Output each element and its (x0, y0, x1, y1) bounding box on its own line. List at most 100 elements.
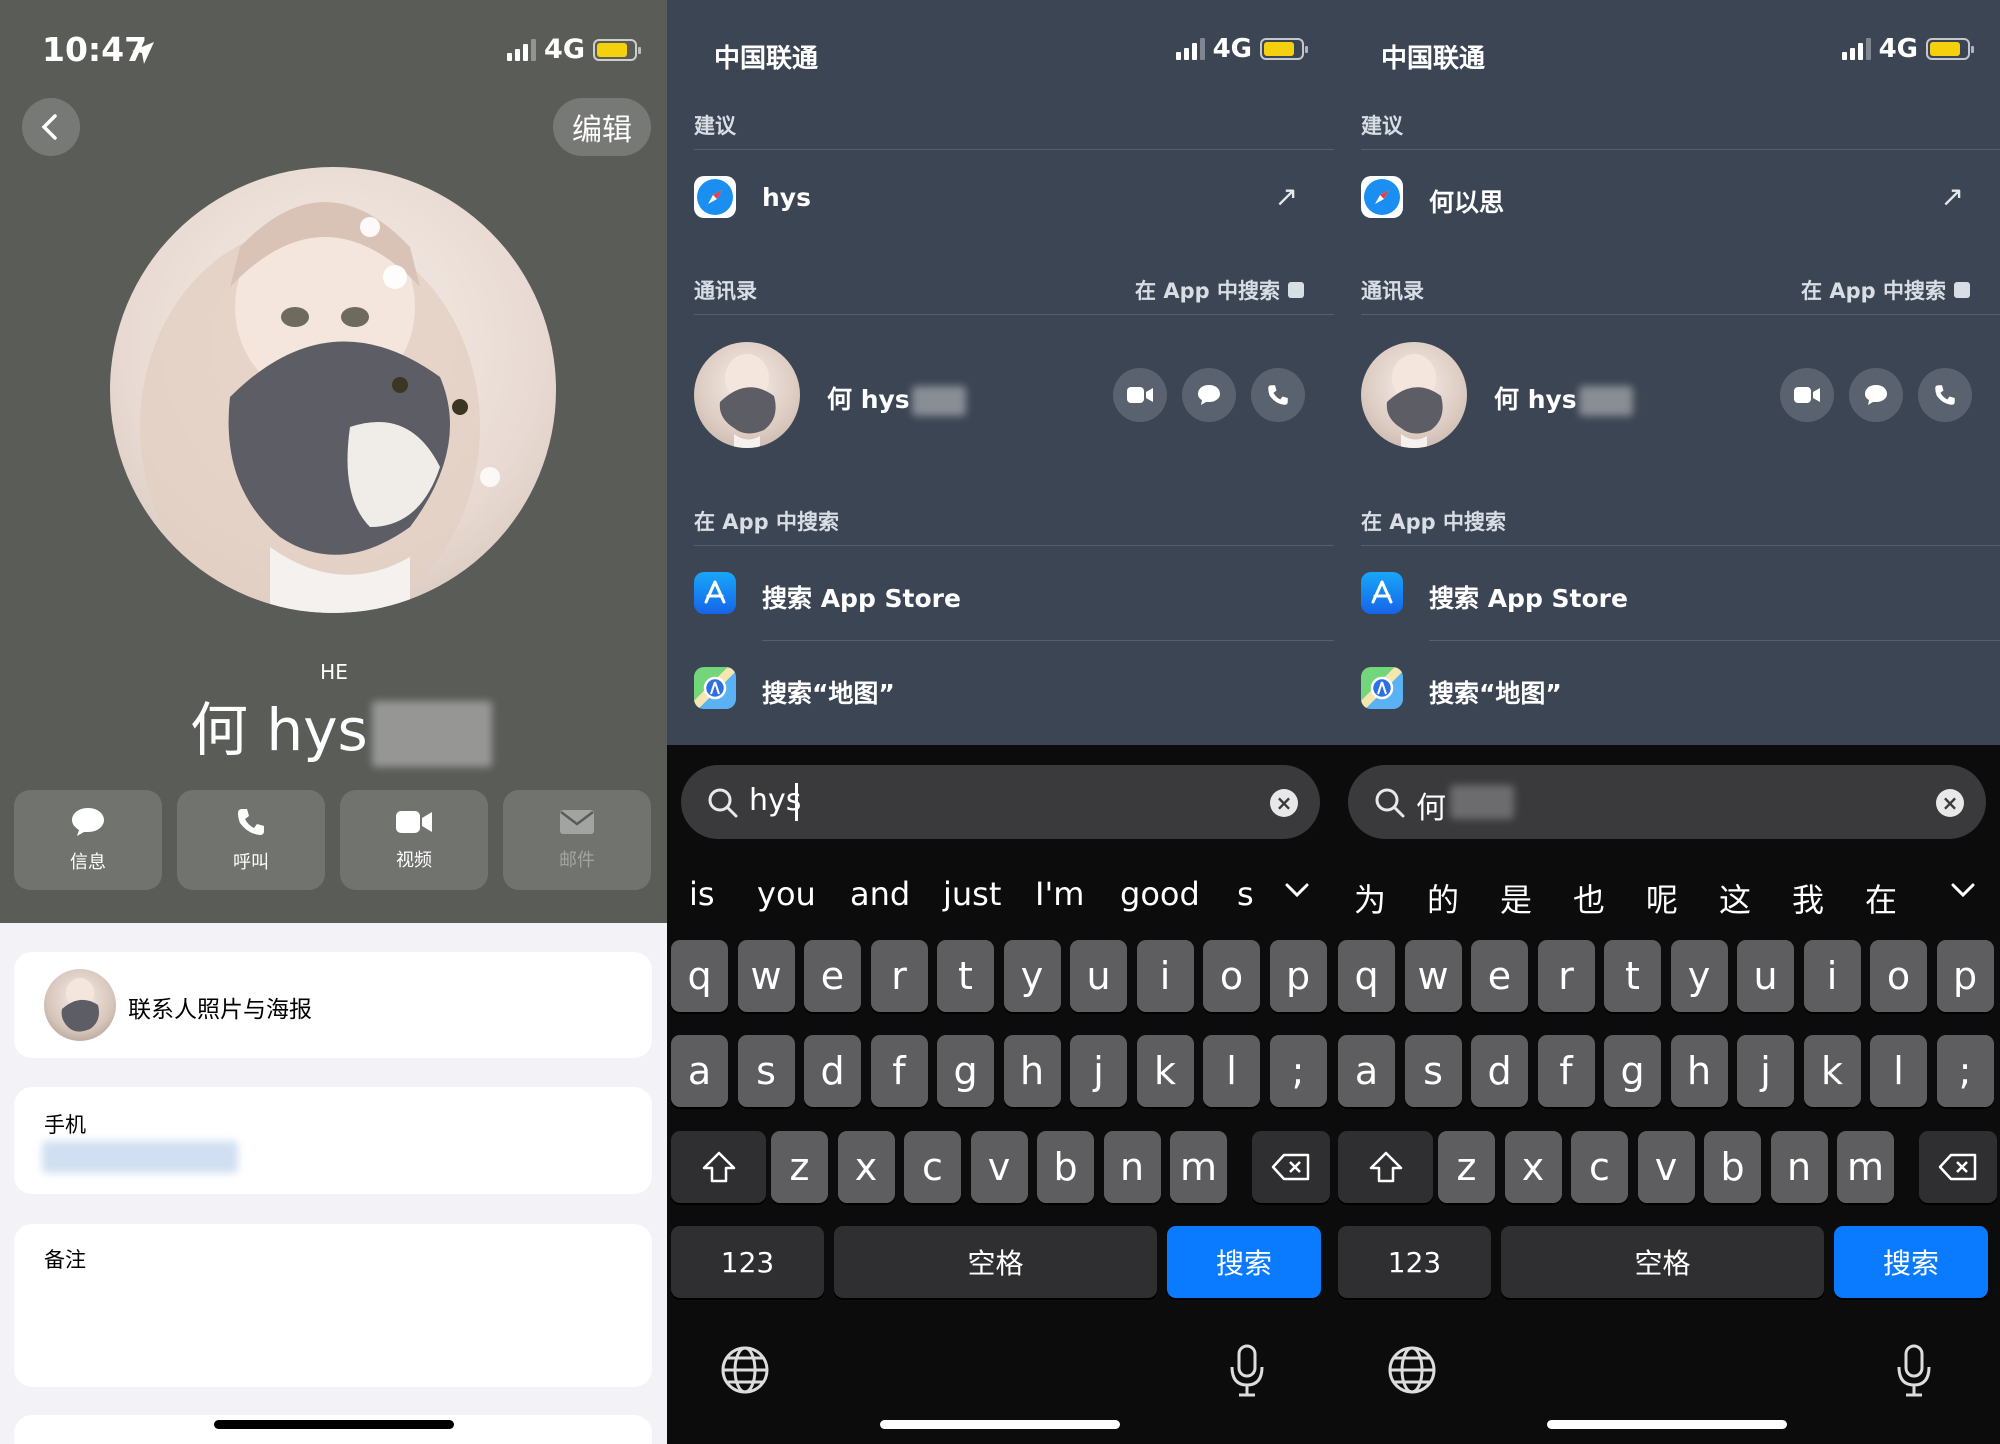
chevron-down-icon[interactable] (1948, 875, 1978, 905)
key-z[interactable]: z (771, 1131, 828, 1203)
key-e[interactable]: e (1471, 940, 1528, 1012)
edit-button[interactable]: 编辑 (553, 98, 651, 156)
suggestion-text[interactable]: hys (762, 183, 811, 212)
search-in-app-link[interactable]: 在 App 中搜索 (1135, 275, 1304, 305)
shift-key[interactable] (1338, 1131, 1433, 1203)
key-u[interactable]: u (1070, 940, 1127, 1012)
key-m[interactable]: m (1170, 1131, 1227, 1203)
call-button[interactable]: 呼叫 (177, 790, 325, 890)
contact-avatar[interactable] (1361, 342, 1467, 448)
candidate-word[interactable]: s (1237, 875, 1254, 913)
key-q[interactable]: q (1338, 940, 1395, 1012)
clear-search-button[interactable]: × (1936, 789, 1964, 817)
candidate-word[interactable]: good (1120, 875, 1200, 913)
key-l[interactable]: l (1203, 1035, 1260, 1107)
clear-search-button[interactable]: × (1270, 789, 1298, 817)
key-q[interactable]: q (671, 940, 728, 1012)
key-r[interactable]: r (870, 940, 928, 1012)
key-t[interactable]: t (937, 940, 994, 1012)
backspace-key[interactable] (1252, 1131, 1330, 1203)
key-w[interactable]: w (737, 940, 795, 1012)
search-field[interactable]: hys × (681, 765, 1320, 839)
search-key[interactable]: 搜索 (1167, 1226, 1321, 1298)
key-o[interactable]: o (1203, 940, 1260, 1012)
key-t[interactable]: t (1604, 940, 1661, 1012)
contact-result-name[interactable]: 何 hys (1494, 380, 1633, 416)
key-c[interactable]: c (1571, 1131, 1628, 1203)
key-e[interactable]: e (804, 940, 861, 1012)
search-app-store[interactable]: 搜索 App Store (1429, 579, 1628, 615)
space-key[interactable]: 空格 (1501, 1226, 1824, 1298)
mail-button[interactable]: 邮件 (503, 790, 651, 890)
key-s[interactable]: s (737, 1035, 795, 1107)
key-k[interactable]: k (1803, 1035, 1861, 1107)
chevron-down-icon[interactable] (1282, 875, 1312, 905)
search-app-store[interactable]: 搜索 App Store (762, 579, 961, 615)
back-button[interactable] (22, 98, 80, 156)
candidate-word[interactable]: is (689, 875, 715, 913)
candidate-word[interactable]: I'm (1035, 875, 1084, 913)
key-s[interactable]: s (1404, 1035, 1462, 1107)
message-button[interactable] (1849, 368, 1903, 422)
backspace-key[interactable] (1919, 1131, 1997, 1203)
key-g[interactable]: g (1604, 1035, 1661, 1107)
key-m[interactable]: m (1837, 1131, 1894, 1203)
key-v[interactable]: v (1637, 1131, 1695, 1203)
key-semicolon[interactable]: ; (1936, 1035, 1994, 1107)
key-y[interactable]: y (1003, 940, 1061, 1012)
open-arrow-icon[interactable]: ↗ (1275, 180, 1298, 213)
key-p[interactable]: p (1936, 940, 1994, 1012)
numbers-key[interactable]: 123 (1338, 1226, 1491, 1298)
key-j[interactable]: j (1070, 1035, 1127, 1107)
key-f[interactable]: f (870, 1035, 928, 1107)
key-d[interactable]: d (1471, 1035, 1528, 1107)
key-j[interactable]: j (1737, 1035, 1794, 1107)
key-c[interactable]: c (904, 1131, 961, 1203)
key-semicolon[interactable]: ; (1269, 1035, 1327, 1107)
video-button[interactable]: 视频 (340, 790, 488, 890)
candidate-char[interactable]: 是 (1500, 875, 1532, 921)
contact-poster-row[interactable]: 联系人照片与海报 (14, 952, 652, 1058)
search-maps[interactable]: 搜索“地图” (1429, 674, 1562, 710)
search-key[interactable]: 搜索 (1834, 1226, 1988, 1298)
search-in-app-link[interactable]: 在 App 中搜索 (1801, 275, 1970, 305)
candidate-word[interactable]: just (943, 875, 1001, 913)
candidate-char[interactable]: 也 (1573, 875, 1605, 921)
key-g[interactable]: g (937, 1035, 994, 1107)
contact-photo[interactable] (110, 167, 556, 613)
message-button[interactable]: 信息 (14, 790, 162, 890)
key-i[interactable]: i (1136, 940, 1194, 1012)
phone-field[interactable]: 手机 (14, 1087, 652, 1194)
candidate-char[interactable]: 呢 (1646, 875, 1678, 921)
key-l[interactable]: l (1870, 1035, 1927, 1107)
key-h[interactable]: h (1003, 1035, 1061, 1107)
key-a[interactable]: a (671, 1035, 728, 1107)
numbers-key[interactable]: 123 (671, 1226, 824, 1298)
message-button[interactable] (1182, 368, 1236, 422)
key-p[interactable]: p (1269, 940, 1327, 1012)
key-o[interactable]: o (1870, 940, 1927, 1012)
key-h[interactable]: h (1670, 1035, 1728, 1107)
key-n[interactable]: n (1103, 1131, 1161, 1203)
globe-icon[interactable] (1387, 1345, 1437, 1395)
candidate-word[interactable]: and (850, 875, 910, 913)
open-arrow-icon[interactable]: ↗ (1941, 180, 1964, 213)
key-z[interactable]: z (1438, 1131, 1495, 1203)
call-button[interactable] (1918, 368, 1972, 422)
contact-avatar[interactable] (694, 342, 800, 448)
key-u[interactable]: u (1737, 940, 1794, 1012)
key-k[interactable]: k (1136, 1035, 1194, 1107)
candidate-char[interactable]: 我 (1792, 875, 1824, 921)
key-b[interactable]: b (1037, 1131, 1094, 1203)
facetime-button[interactable] (1113, 368, 1167, 422)
key-y[interactable]: y (1670, 940, 1728, 1012)
candidate-char[interactable]: 为 (1354, 875, 1386, 921)
key-b[interactable]: b (1704, 1131, 1761, 1203)
candidate-word[interactable]: you (757, 875, 816, 913)
key-x[interactable]: x (837, 1131, 895, 1203)
globe-icon[interactable] (720, 1345, 770, 1395)
key-w[interactable]: w (1404, 940, 1462, 1012)
candidate-char[interactable]: 在 (1865, 875, 1897, 921)
search-field[interactable]: 何 × (1348, 765, 1986, 839)
key-n[interactable]: n (1770, 1131, 1828, 1203)
